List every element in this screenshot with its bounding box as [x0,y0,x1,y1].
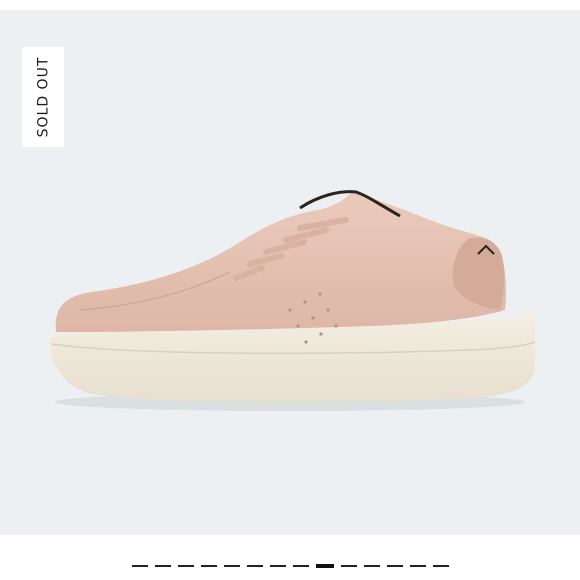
sneaker-image [49,190,536,411]
carousel-pagination [0,561,580,571]
carousel-dash[interactable] [409,565,426,567]
carousel-dash[interactable] [246,565,263,567]
carousel-dash[interactable] [432,565,449,567]
carousel-dash[interactable] [177,565,194,567]
sold-out-badge: SOLD OUT [22,47,64,147]
carousel-dash[interactable] [340,565,357,567]
carousel-dash[interactable] [223,565,240,567]
product-photo[interactable]: SOLD OUT [0,10,580,535]
carousel-dash[interactable] [386,565,403,567]
carousel-dash-active[interactable] [315,564,334,568]
carousel-dash[interactable] [363,565,380,567]
product-image-viewer: SOLD OUT [0,0,580,580]
carousel-dash[interactable] [292,565,309,567]
carousel-dash[interactable] [269,565,286,567]
sold-out-label: SOLD OUT [35,56,52,138]
carousel-dash[interactable] [154,565,171,567]
carousel-dash[interactable] [131,565,148,567]
carousel-dash[interactable] [200,565,217,567]
